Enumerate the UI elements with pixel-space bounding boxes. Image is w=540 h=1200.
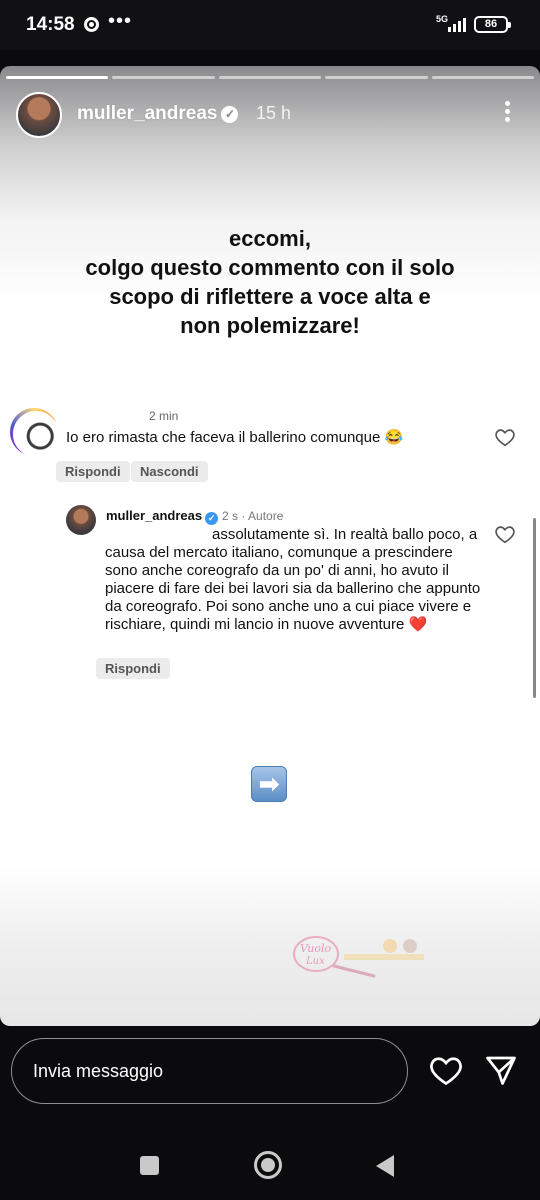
progress-segment <box>112 76 215 79</box>
story-progress <box>6 76 535 79</box>
caption-line: scopo di riflettere a voce alta e <box>109 284 431 309</box>
caption-line: colgo questo commento con il solo <box>85 255 455 280</box>
heart-icon[interactable] <box>494 523 516 545</box>
verified-icon: ✓ <box>221 106 239 123</box>
battery-icon: 86 <box>474 16 511 33</box>
progress-segment <box>431 76 535 79</box>
watermark-logo: Vuolo Lux <box>293 936 424 978</box>
caption-line: non polemizzare! <box>180 313 360 338</box>
avatar[interactable] <box>16 92 62 138</box>
username-label: muller_andreas <box>106 508 203 523</box>
author-tag: Autore <box>248 509 284 523</box>
caption-line: eccomi, <box>229 226 311 251</box>
nav-back-icon[interactable] <box>376 1155 394 1177</box>
progress-segment <box>325 76 428 79</box>
message-placeholder: Invia messaggio <box>33 1061 164 1081</box>
scrollbar[interactable] <box>533 518 536 698</box>
reply-button[interactable]: Rispondi <box>96 658 170 679</box>
reply-text: assolutamente sì. In realtà ballo poco, … <box>105 526 485 634</box>
status-bar: 14:58 ••• 5G 86 <box>0 0 540 50</box>
status-time: 14:58 <box>26 14 75 35</box>
reply-meta: 2 s · Autore <box>222 509 284 523</box>
reply-username[interactable]: muller_andreas ✓ <box>106 508 219 525</box>
avatar[interactable] <box>66 505 96 535</box>
heart-icon[interactable] <box>494 426 516 448</box>
verified-icon: ✓ <box>205 512 219 525</box>
more-dots-icon[interactable] <box>500 98 514 128</box>
hide-button[interactable]: Nascondi <box>131 461 208 482</box>
nav-recents-icon[interactable] <box>140 1156 159 1175</box>
chrome-icon <box>84 17 99 32</box>
story-username[interactable]: muller_andreas ✓ <box>77 103 239 125</box>
progress-segment <box>6 76 109 79</box>
comment-time: 2 min <box>149 409 179 423</box>
send-icon[interactable] <box>483 1052 519 1088</box>
heart-icon[interactable] <box>428 1052 464 1088</box>
reply-button[interactable]: Rispondi <box>56 461 130 482</box>
comment-text: Io ero rimasta che faceva il ballerino c… <box>66 429 404 446</box>
story-card[interactable]: muller_andreas ✓ 15 h eccomi, colgo quest… <box>0 66 540 1026</box>
svg-text:Vuolo: Vuolo <box>300 942 331 955</box>
right-arrow-emoji: ➡ <box>251 766 287 802</box>
commenter-avatar[interactable] <box>10 408 59 457</box>
story-time: 15 h <box>256 103 292 123</box>
svg-text:Lux: Lux <box>305 956 325 967</box>
nav-home-icon[interactable] <box>254 1151 282 1179</box>
message-input[interactable]: Invia messaggio <box>11 1038 408 1104</box>
username-label: muller_andreas <box>77 103 218 124</box>
more-notifications-icon: ••• <box>108 10 133 32</box>
progress-segment <box>218 76 322 79</box>
reply-text-body: assolutamente sì. In realtà ballo poco, … <box>105 526 481 633</box>
story-caption: eccomi, colgo questo commento con il sol… <box>40 224 500 340</box>
signal-icon <box>446 16 468 32</box>
reply-time: 2 s <box>222 509 239 523</box>
